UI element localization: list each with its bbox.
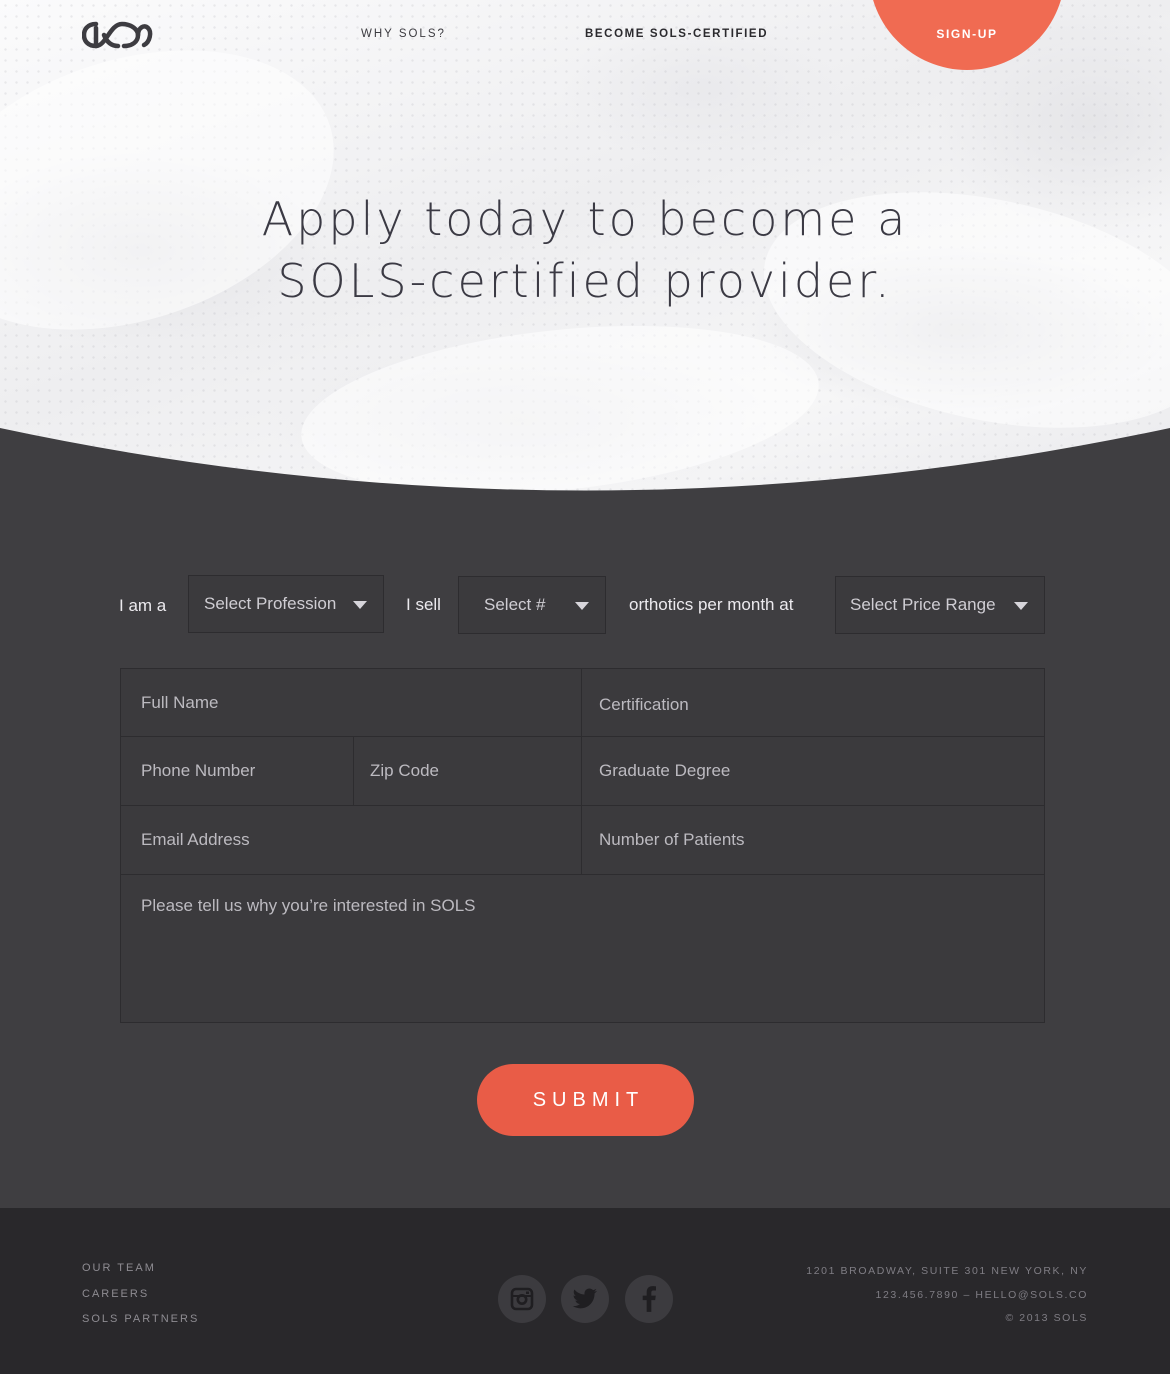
submit-button[interactable]: SUBMIT <box>477 1064 694 1136</box>
signup-label: SIGN-UP <box>936 27 998 41</box>
twitter-button[interactable] <box>561 1275 609 1323</box>
application-form: I am a Select Profession I sell Select #… <box>0 500 1170 1208</box>
label-i-sell: I sell <box>406 595 441 614</box>
headline-line-2: SOLS-certified provider. <box>277 254 893 308</box>
profession-select[interactable]: Select Profession <box>188 575 384 633</box>
headline-line-1: Apply today to become a <box>261 192 909 246</box>
interest-textarea[interactable]: Please tell us why you’re interested in … <box>121 875 1044 1022</box>
footer: OUR TEAM CAREERS SOLS PARTNERS 1201 BROA… <box>0 1208 1170 1374</box>
footer-link-careers[interactable]: CAREERS <box>82 1288 149 1300</box>
facebook-icon <box>642 1286 656 1312</box>
full-name-placeholder: Full Name <box>141 692 219 712</box>
graduate-degree-placeholder: Graduate Degree <box>599 761 731 780</box>
patients-placeholder: Number of Patients <box>599 830 745 849</box>
price-range-select[interactable]: Select Price Range <box>835 576 1045 634</box>
label-i-am: I am a <box>119 596 167 615</box>
footer-address: 1201 BROADWAY, SUITE 301 NEW YORK, NY <box>806 1265 1088 1277</box>
sols-logo-icon[interactable] <box>82 18 154 52</box>
instagram-icon <box>510 1287 534 1311</box>
graduate-degree-field[interactable]: Graduate Degree <box>582 737 1044 806</box>
interest-placeholder: Please tell us why you’re interested in … <box>141 896 476 915</box>
zip-code-field[interactable]: Zip Code <box>354 737 582 806</box>
nav-why-sols[interactable]: WHY SOLS? <box>361 28 446 40</box>
footer-link-our-team[interactable]: OUR TEAM <box>82 1262 156 1274</box>
phone-number-placeholder: Phone Number <box>141 761 256 780</box>
email-field[interactable]: Email Address <box>121 806 582 875</box>
instagram-button[interactable] <box>498 1275 546 1323</box>
label-per-month: orthotics per month at <box>629 595 794 614</box>
email-placeholder: Email Address <box>141 830 250 849</box>
quantity-select-value: Select # <box>484 595 546 614</box>
certification-field[interactable]: Certification <box>582 669 1044 737</box>
phone-number-field[interactable]: Phone Number <box>121 737 354 806</box>
hero-curve-divider <box>0 428 1170 500</box>
chevron-down-icon <box>353 601 367 609</box>
form-fields-grid: Full Name Certification Phone Number Zip… <box>120 668 1045 1023</box>
nav-become-certified[interactable]: BECOME SOLS-CERTIFIED <box>585 28 768 40</box>
certification-placeholder: Certification <box>599 695 689 714</box>
patients-field[interactable]: Number of Patients <box>582 806 1044 875</box>
profession-select-value: Select Profession <box>204 594 337 613</box>
hero-section: WHY SOLS? BECOME SOLS-CERTIFIED SIGN-UP … <box>0 0 1170 500</box>
footer-link-sols-partners[interactable]: SOLS PARTNERS <box>82 1313 199 1325</box>
facebook-button[interactable] <box>625 1275 673 1323</box>
chevron-down-icon <box>575 602 589 610</box>
quantity-select[interactable]: Select # <box>458 576 606 634</box>
chevron-down-icon <box>1014 602 1028 610</box>
footer-contact[interactable]: 123.456.7890 – HELLO@SOLS.CO <box>876 1289 1088 1301</box>
page-title: Apply today to become a SOLS-certified p… <box>0 188 1170 312</box>
footer-copyright: © 2013 SOLS <box>1005 1312 1088 1324</box>
twitter-icon <box>572 1288 598 1309</box>
price-range-select-value: Select Price Range <box>850 595 996 614</box>
full-name-field[interactable]: Full Name <box>121 669 582 737</box>
zip-code-placeholder: Zip Code <box>370 761 439 780</box>
